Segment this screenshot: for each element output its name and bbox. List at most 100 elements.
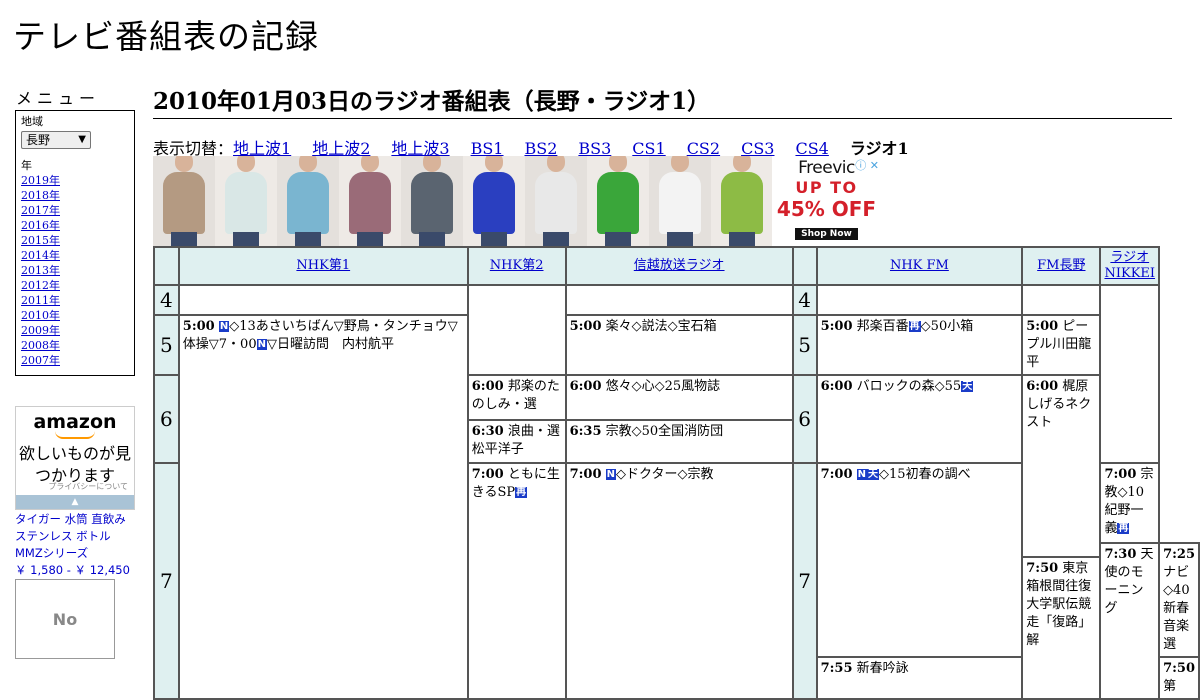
- program-nhk2-0600[interactable]: 6:00 邦楽のたのしみ・選: [466, 374, 567, 421]
- model-legs: [481, 232, 507, 246]
- program-fmn-0500[interactable]: 5:00 ピープル川田龍平: [1021, 314, 1102, 376]
- model-head: [237, 156, 255, 172]
- channel-link-radio-nikkei[interactable]: ラジオNIKKEI: [1104, 250, 1155, 281]
- channel-link-nhk-fm[interactable]: NHK FM: [890, 258, 949, 273]
- menu-box: 地域 長野 ▼ 年 2019年 2018年 2017年 2016年 2015年 …: [15, 110, 135, 376]
- ad-product-tile[interactable]: [215, 156, 277, 246]
- program-nikkei-0725[interactable]: 7:25 ナビ◇40新春音楽選: [1158, 542, 1200, 658]
- program-fmn-0600[interactable]: 6:00 梶原しげるネクスト: [1021, 374, 1102, 558]
- program-sbc-0700[interactable]: 7:00 N◇ドクター◇宗教: [564, 462, 794, 700]
- empty-slot: [1021, 284, 1102, 316]
- program-nhk2-0700[interactable]: 7:00 ともに生きるSP再: [466, 462, 567, 700]
- year-link-2014[interactable]: 2014年: [21, 249, 60, 262]
- news-badge-icon: N: [256, 339, 267, 350]
- program-sbc-0500[interactable]: 5:00 楽々◇説法◇宝石箱: [564, 314, 794, 376]
- year-link-2015[interactable]: 2015年: [21, 234, 60, 247]
- year-link-2011[interactable]: 2011年: [21, 294, 60, 307]
- dropdown-arrow-icon: ▼: [78, 134, 86, 145]
- hour-cell-5-right: 5: [791, 314, 818, 376]
- ad-product-tile[interactable]: [587, 156, 649, 246]
- year-link-2016[interactable]: 2016年: [21, 219, 60, 232]
- channel-link-nhk2[interactable]: NHK第2: [490, 258, 544, 273]
- program-nhk2-0630[interactable]: 6:30 浪曲・選 松平洋子: [466, 419, 567, 464]
- product-image-placeholder[interactable]: No: [15, 579, 115, 659]
- program-fmn-0730[interactable]: 7:30 天使のモーニング: [1099, 542, 1161, 700]
- year-link-2013[interactable]: 2013年: [21, 264, 60, 277]
- hour-cell-4: 4: [153, 284, 180, 316]
- product-price: ￥ 1,580 - ￥ 12,450: [15, 563, 130, 577]
- ad-product-tile[interactable]: [401, 156, 463, 246]
- program-sbc-0600[interactable]: 6:00 悠々◇心◇25風物誌: [564, 374, 794, 421]
- program-fm-0600[interactable]: 6:00 バロックの森◇55天: [815, 374, 1024, 464]
- program-fm-0700[interactable]: 7:00 N 天◇15初春の調べ: [815, 462, 1024, 658]
- region-select[interactable]: 長野 ▼: [21, 131, 91, 149]
- program-fm-0500[interactable]: 5:00 邦楽百番再◇50小箱: [815, 314, 1024, 376]
- rerun-badge-icon: 再: [515, 487, 528, 498]
- ad-product-tile[interactable]: [525, 156, 587, 246]
- model-head: [671, 156, 689, 172]
- ad-expand-bar[interactable]: ▲: [16, 495, 134, 509]
- year-link-2009[interactable]: 2009年: [21, 324, 60, 337]
- program-nhk1-0500[interactable]: 5:00 N◇13あさいちばん▽野鳥・タンチョウ▽体操▽7・00N▽日曜訪問 内…: [177, 314, 469, 700]
- product-ad-text[interactable]: タイガー 水筒 直飲み ステンレス ボトル MMZシリーズ ￥ 1,580 - …: [15, 511, 140, 579]
- channel-link-fm-nagano[interactable]: FM長野: [1037, 258, 1085, 273]
- ad-shop-now-button[interactable]: Shop Now: [795, 228, 858, 240]
- model-head: [733, 156, 751, 172]
- ad-brand-panel[interactable]: ⓘ ✕ Freevic UP TO 45% OFF Shop Now: [772, 156, 881, 246]
- year-link-2010[interactable]: 2010年: [21, 309, 60, 322]
- page-title: 2010年01月03日のラジオ番組表（長野・ラジオ1）: [153, 82, 1172, 119]
- rerun-badge-icon: 再: [1117, 523, 1130, 534]
- ad-product-tile[interactable]: [463, 156, 525, 246]
- hour-cell-6: 6: [153, 374, 180, 464]
- weather-badge-icon: 天: [867, 469, 880, 480]
- ad-product-tile[interactable]: [339, 156, 401, 246]
- shirt-image: [411, 172, 453, 234]
- program-nhk1-0750[interactable]: 7:50 東京箱根間往復大学駅伝競走「復路」解: [1021, 556, 1102, 700]
- channel-link-sbc[interactable]: 信越放送ラジオ: [634, 258, 725, 273]
- chevron-up-icon: ▲: [71, 497, 79, 507]
- year-link-2017[interactable]: 2017年: [21, 204, 60, 217]
- region-selected-value: 長野: [26, 133, 51, 147]
- rerun-badge-icon: 再: [908, 321, 921, 332]
- program-sbc-0635[interactable]: 6:35 宗教◇50全国消防団: [564, 419, 794, 464]
- channel-header-fm-nagano: FM長野: [1021, 246, 1102, 286]
- product-name[interactable]: タイガー 水筒 直飲み ステンレス ボトル MMZシリーズ: [15, 511, 140, 562]
- ad-product-tile[interactable]: [153, 156, 215, 246]
- program-fm-0755[interactable]: 7:55 新春吟詠: [815, 656, 1024, 700]
- shirt-image: [597, 172, 639, 234]
- shirt-image: [287, 172, 329, 234]
- fashion-ad-banner[interactable]: ⓘ ✕ Freevic UP TO 45% OFF Shop Now: [153, 156, 881, 246]
- header-corner: [153, 246, 180, 286]
- hour-cell-5: 5: [153, 314, 180, 376]
- ad-privacy-link[interactable]: プライバシーについて: [48, 481, 128, 492]
- amazon-ad[interactable]: amazon 欲しいものが見つかります プライバシーについて ▲: [15, 406, 135, 510]
- ad-product-tile[interactable]: [711, 156, 773, 246]
- year-link-2019[interactable]: 2019年: [21, 174, 60, 187]
- ad-headline-2: 45% OFF: [776, 197, 877, 221]
- model-legs: [543, 232, 569, 246]
- year-link-2008[interactable]: 2008年: [21, 339, 60, 352]
- year-link-2012[interactable]: 2012年: [21, 279, 60, 292]
- ad-product-tile[interactable]: [277, 156, 339, 246]
- year-list: 2019年 2018年 2017年 2016年 2015年 2014年 2013…: [21, 173, 129, 368]
- year-link-2018[interactable]: 2018年: [21, 189, 60, 202]
- channel-header-nhk1: NHK第1: [177, 246, 469, 286]
- channel-link-nhk1[interactable]: NHK第1: [296, 258, 350, 273]
- model-head: [609, 156, 627, 172]
- year-link-2007[interactable]: 2007年: [21, 354, 60, 367]
- model-head: [485, 156, 503, 172]
- hour-cell-7: 7: [153, 462, 180, 700]
- amazon-logo: amazon: [33, 411, 117, 433]
- empty-slot: [177, 284, 469, 316]
- news-badge-icon: N: [605, 469, 617, 480]
- ad-headline-1: UP TO: [795, 178, 858, 197]
- adchoices-icon[interactable]: ⓘ ✕: [855, 157, 879, 173]
- ad-product-tile[interactable]: [649, 156, 711, 246]
- channel-header-sbc: 信越放送ラジオ: [564, 246, 794, 286]
- model-legs: [667, 232, 693, 246]
- program-nikkei-0750[interactable]: 7:50 第: [1158, 656, 1200, 700]
- program-nikkei-0700[interactable]: 7:00 宗教◇10紀野一義再: [1099, 462, 1161, 544]
- empty-slot: [564, 284, 794, 316]
- region-label: 地域: [21, 115, 43, 128]
- radio-schedule-table: NHK第1 NHK第2 信越放送ラジオ NHK FM FM長野 ラジオNIKKE…: [153, 246, 1200, 700]
